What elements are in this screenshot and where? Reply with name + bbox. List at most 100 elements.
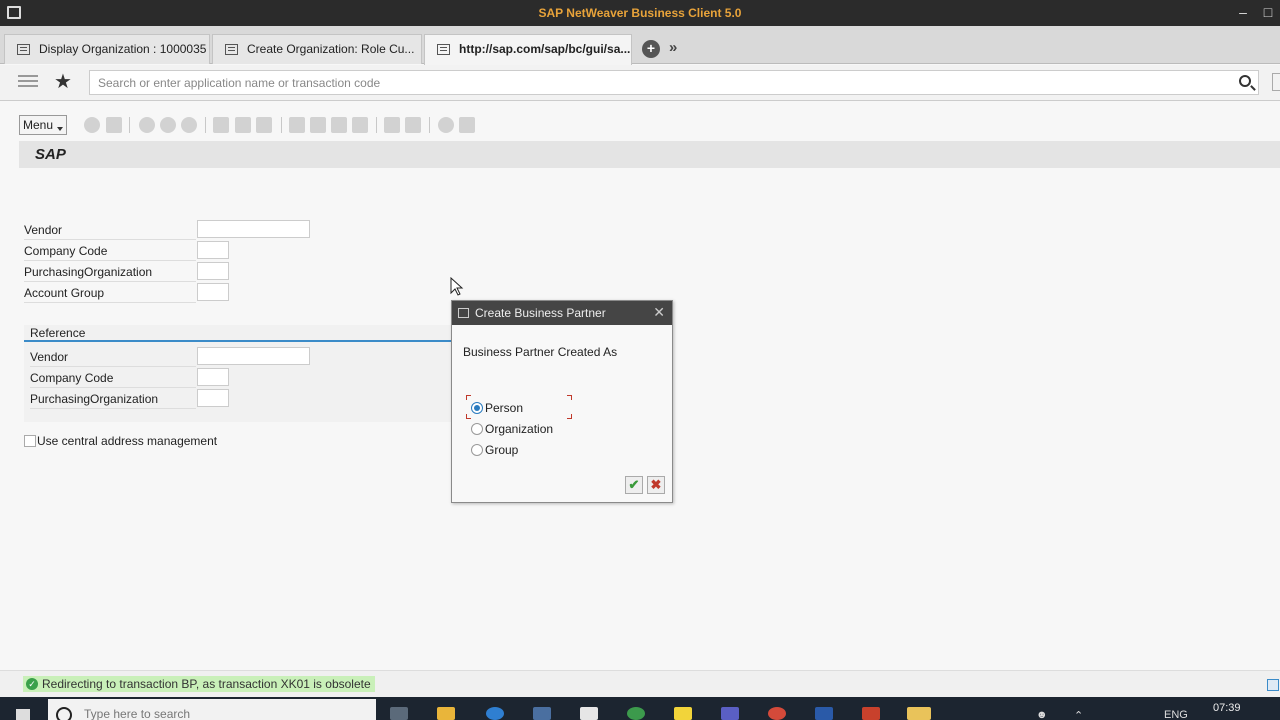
people-icon[interactable]: ☻ <box>1036 709 1048 720</box>
file-explorer-icon[interactable] <box>437 707 455 720</box>
reference-purchasing-organization-label: PurchasingOrganization <box>30 389 196 409</box>
reference-vendor-input[interactable] <box>197 347 310 365</box>
central-address-label: Use central address management <box>37 434 218 448</box>
toolbar-divider <box>429 117 430 133</box>
reference-vendor-label: Vendor <box>30 347 196 367</box>
purchasing-organization-input[interactable] <box>197 262 229 280</box>
next-page-icon[interactable] <box>331 117 347 133</box>
central-address-row[interactable]: Use central address management <box>24 434 217 448</box>
status-details-icon[interactable] <box>1267 679 1279 691</box>
company-code-label: Company Code <box>24 241 196 261</box>
radio-button[interactable] <box>471 444 483 456</box>
search-input[interactable]: Search or enter application name or tran… <box>89 70 1259 95</box>
radio-group[interactable]: Group <box>471 443 518 457</box>
mail-icon[interactable] <box>580 707 598 720</box>
tab-gui-url[interactable]: http://sap.com/sap/bc/gui/sa... <box>424 34 632 65</box>
status-bar: ✓ Redirecting to transaction BP, as tran… <box>0 670 1280 697</box>
help-icon[interactable] <box>438 117 454 133</box>
windows-start-icon[interactable] <box>16 709 30 720</box>
radio-button-checked[interactable] <box>471 402 483 414</box>
menu-button[interactable]: Menu <box>19 115 67 135</box>
toolbar-divider <box>376 117 377 133</box>
vendor-label: Vendor <box>24 220 196 240</box>
teams-icon[interactable] <box>721 707 739 720</box>
store-icon[interactable] <box>533 707 551 720</box>
reference-company-code-label: Company Code <box>30 368 196 388</box>
print-icon[interactable] <box>213 117 229 133</box>
company-code-input[interactable] <box>197 241 229 259</box>
radio-person[interactable]: Person <box>471 401 523 415</box>
dialog-title: Create Business Partner <box>475 306 606 320</box>
central-address-checkbox[interactable] <box>24 435 36 447</box>
app-green-icon[interactable] <box>627 707 645 720</box>
find-icon[interactable] <box>235 117 251 133</box>
sap-logon-icon[interactable] <box>907 707 931 720</box>
sticky-notes-icon[interactable] <box>674 707 692 720</box>
enter-check-icon[interactable] <box>84 117 100 133</box>
tab-display-organization[interactable]: Display Organization : 1000035 <box>4 34 210 64</box>
dialog-window-icon <box>458 308 469 318</box>
maximize-button[interactable]: □ <box>1259 3 1277 21</box>
close-icon[interactable]: ✕ <box>653 304 665 321</box>
save-icon[interactable] <box>106 117 122 133</box>
cancel-x-icon[interactable]: ✖ <box>647 476 665 494</box>
first-page-icon[interactable] <box>289 117 305 133</box>
search-icon[interactable] <box>1239 75 1251 87</box>
add-tab-icon[interactable]: + <box>642 40 660 58</box>
exit-icon[interactable] <box>160 117 176 133</box>
windows-taskbar: Type here to search ☻ ⌃ ENG 07:39 <box>0 697 1280 720</box>
reference-group: Reference Vendor Company Code Purchasing… <box>24 325 452 422</box>
dialog-titlebar: Create Business Partner ✕ <box>452 301 672 325</box>
tab-label: Display Organization : 1000035 <box>39 42 207 56</box>
create-business-partner-dialog: Create Business Partner ✕ Business Partn… <box>451 300 673 503</box>
tab-bar: Display Organization : 1000035 Create Or… <box>0 26 1280 65</box>
radio-group-label: Group <box>485 443 519 457</box>
chrome-icon[interactable] <box>768 707 786 720</box>
tab-create-organization[interactable]: Create Organization: Role Cu... <box>212 34 422 64</box>
toolbar-divider <box>281 117 282 133</box>
document-icon <box>225 44 238 55</box>
back-icon[interactable] <box>139 117 155 133</box>
task-view-icon[interactable] <box>390 707 408 720</box>
radio-organization[interactable]: Organization <box>471 422 553 436</box>
language-indicator[interactable]: ENG <box>1164 709 1188 720</box>
document-icon <box>17 44 30 55</box>
account-group-input[interactable] <box>197 283 229 301</box>
title-banner: SAP <box>19 141 1280 168</box>
dialog-prompt: Business Partner Created As <box>463 345 618 359</box>
cancel-icon[interactable] <box>181 117 197 133</box>
reference-company-code-input[interactable] <box>197 368 229 386</box>
document-icon <box>437 44 450 55</box>
chevron-up-icon[interactable]: ⌃ <box>1074 709 1083 720</box>
radio-organization-label: Organization <box>485 422 554 436</box>
hamburger-menu-icon[interactable] <box>18 75 38 89</box>
previous-page-icon[interactable] <box>310 117 326 133</box>
menu-label: Menu <box>23 118 54 132</box>
minimize-button[interactable]: – <box>1234 3 1252 21</box>
new-session-icon[interactable] <box>384 117 400 133</box>
status-message[interactable]: ✓ Redirecting to transaction BP, as tran… <box>23 676 375 692</box>
shortcut-icon[interactable] <box>405 117 421 133</box>
toolbar-divider <box>205 117 206 133</box>
more-tabs-icon[interactable]: » <box>669 39 677 56</box>
taskbar-clock[interactable]: 07:39 <box>1213 702 1241 714</box>
favorites-star-icon[interactable]: ★ <box>54 69 72 94</box>
mouse-cursor-icon <box>450 277 464 296</box>
powerpoint-icon[interactable] <box>862 707 880 720</box>
confirm-check-icon[interactable]: ✔ <box>625 476 643 494</box>
side-panel-toggle-icon[interactable] <box>1272 73 1280 91</box>
last-page-icon[interactable] <box>352 117 368 133</box>
navigation-bar: ★ Search or enter application name or tr… <box>0 65 1280 101</box>
taskbar-search-input[interactable]: Type here to search <box>48 699 376 720</box>
reference-purchasing-organization-input[interactable] <box>197 389 229 407</box>
word-icon[interactable] <box>815 707 833 720</box>
search-placeholder: Search or enter application name or tran… <box>98 76 381 90</box>
tab-label: http://sap.com/sap/bc/gui/sa... <box>459 42 631 56</box>
radio-button[interactable] <box>471 423 483 435</box>
layout-icon[interactable] <box>459 117 475 133</box>
chevron-down-icon <box>57 127 63 131</box>
vendor-input[interactable] <box>197 220 310 238</box>
edge-browser-icon[interactable] <box>486 707 504 720</box>
find-next-icon[interactable] <box>256 117 272 133</box>
search-icon <box>56 707 72 720</box>
